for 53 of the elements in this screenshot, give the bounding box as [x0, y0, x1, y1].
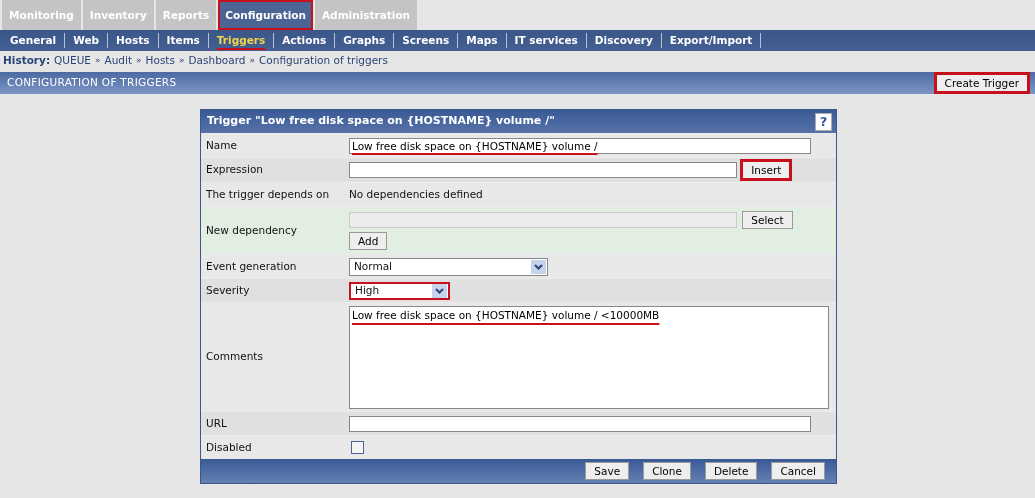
form-button[interactable]: Delete	[704, 462, 758, 480]
field-label: Comments	[205, 349, 264, 365]
dropdown[interactable]: High	[349, 281, 450, 300]
breadcrumb-link[interactable]: QUEUE	[54, 52, 91, 69]
field-label: URL	[205, 415, 228, 431]
subnav-link[interactable]: Web	[65, 33, 109, 48]
form-button[interactable]: Clone	[643, 462, 691, 480]
breadcrumb-link[interactable]: Configuration of triggers	[258, 52, 388, 69]
field-label: Event generation	[205, 258, 298, 274]
nav-tab[interactable]: Configuration	[218, 0, 313, 30]
subnav-link[interactable]: Hosts	[108, 33, 159, 48]
breadcrumb-separator: »	[249, 53, 255, 67]
field-label: Expression	[205, 162, 264, 178]
field-label: Name	[205, 137, 238, 153]
subnav-link[interactable]: General	[2, 33, 66, 48]
subnav-link[interactable]: Discovery	[586, 33, 662, 48]
subnav-link[interactable]: Actions	[274, 33, 336, 48]
breadcrumb-link[interactable]: Dashboard	[188, 52, 246, 69]
history-label: History:	[3, 52, 51, 68]
help-icon[interactable]: ?	[815, 112, 832, 131]
text-field[interactable]: Low free disk space on {HOSTNAME} volume /	[349, 137, 811, 154]
insert-button[interactable]: Insert	[742, 161, 791, 179]
subnav-link[interactable]: Graphs	[335, 33, 395, 48]
breadcrumb-link[interactable]: Hosts	[145, 52, 175, 69]
page-title: CONFIGURATION OF TRIGGERS	[7, 75, 177, 91]
field-label: The trigger depends on	[205, 186, 331, 202]
text-field[interactable]	[349, 162, 737, 178]
dropdown-value: Normal	[354, 258, 392, 274]
breadcrumb-separator: »	[136, 53, 142, 67]
field-label: New dependency	[205, 222, 298, 238]
text-field[interactable]	[349, 415, 811, 432]
breadcrumb-separator: »	[178, 53, 185, 67]
add-button[interactable]: Add	[349, 231, 388, 250]
form-title: Trigger "Low free disk space on {HOSTNAME} volume /"	[207, 113, 555, 130]
breadcrumb-link[interactable]: Audit	[104, 52, 133, 69]
form-button[interactable]: Save	[585, 462, 630, 480]
subnav-link[interactable]: Triggers	[208, 33, 275, 48]
select-button[interactable]: Select	[742, 211, 793, 230]
field-value: No dependencies defined	[349, 186, 483, 202]
checkbox[interactable]	[351, 441, 364, 454]
subnav-link[interactable]: Items	[158, 33, 209, 48]
subnav-link[interactable]: Screens	[394, 33, 459, 48]
create-trigger-button[interactable]: Create Trigger	[935, 74, 1028, 92]
field-label: Disabled	[205, 439, 253, 455]
subnav-link[interactable]: Export/Import	[661, 33, 762, 48]
dropdown[interactable]: Normal	[349, 257, 548, 276]
dropdown-value: High	[355, 282, 380, 298]
breadcrumb-separator: »	[95, 53, 101, 67]
subnav-link[interactable]: IT services	[506, 33, 587, 48]
form-button[interactable]: Cancel	[771, 462, 825, 480]
comments-field[interactable]: Low free disk space on {HOSTNAME} volume / <10000MB	[349, 305, 829, 409]
field-label: Severity	[205, 282, 251, 298]
subnav-link[interactable]: Maps	[458, 33, 507, 48]
